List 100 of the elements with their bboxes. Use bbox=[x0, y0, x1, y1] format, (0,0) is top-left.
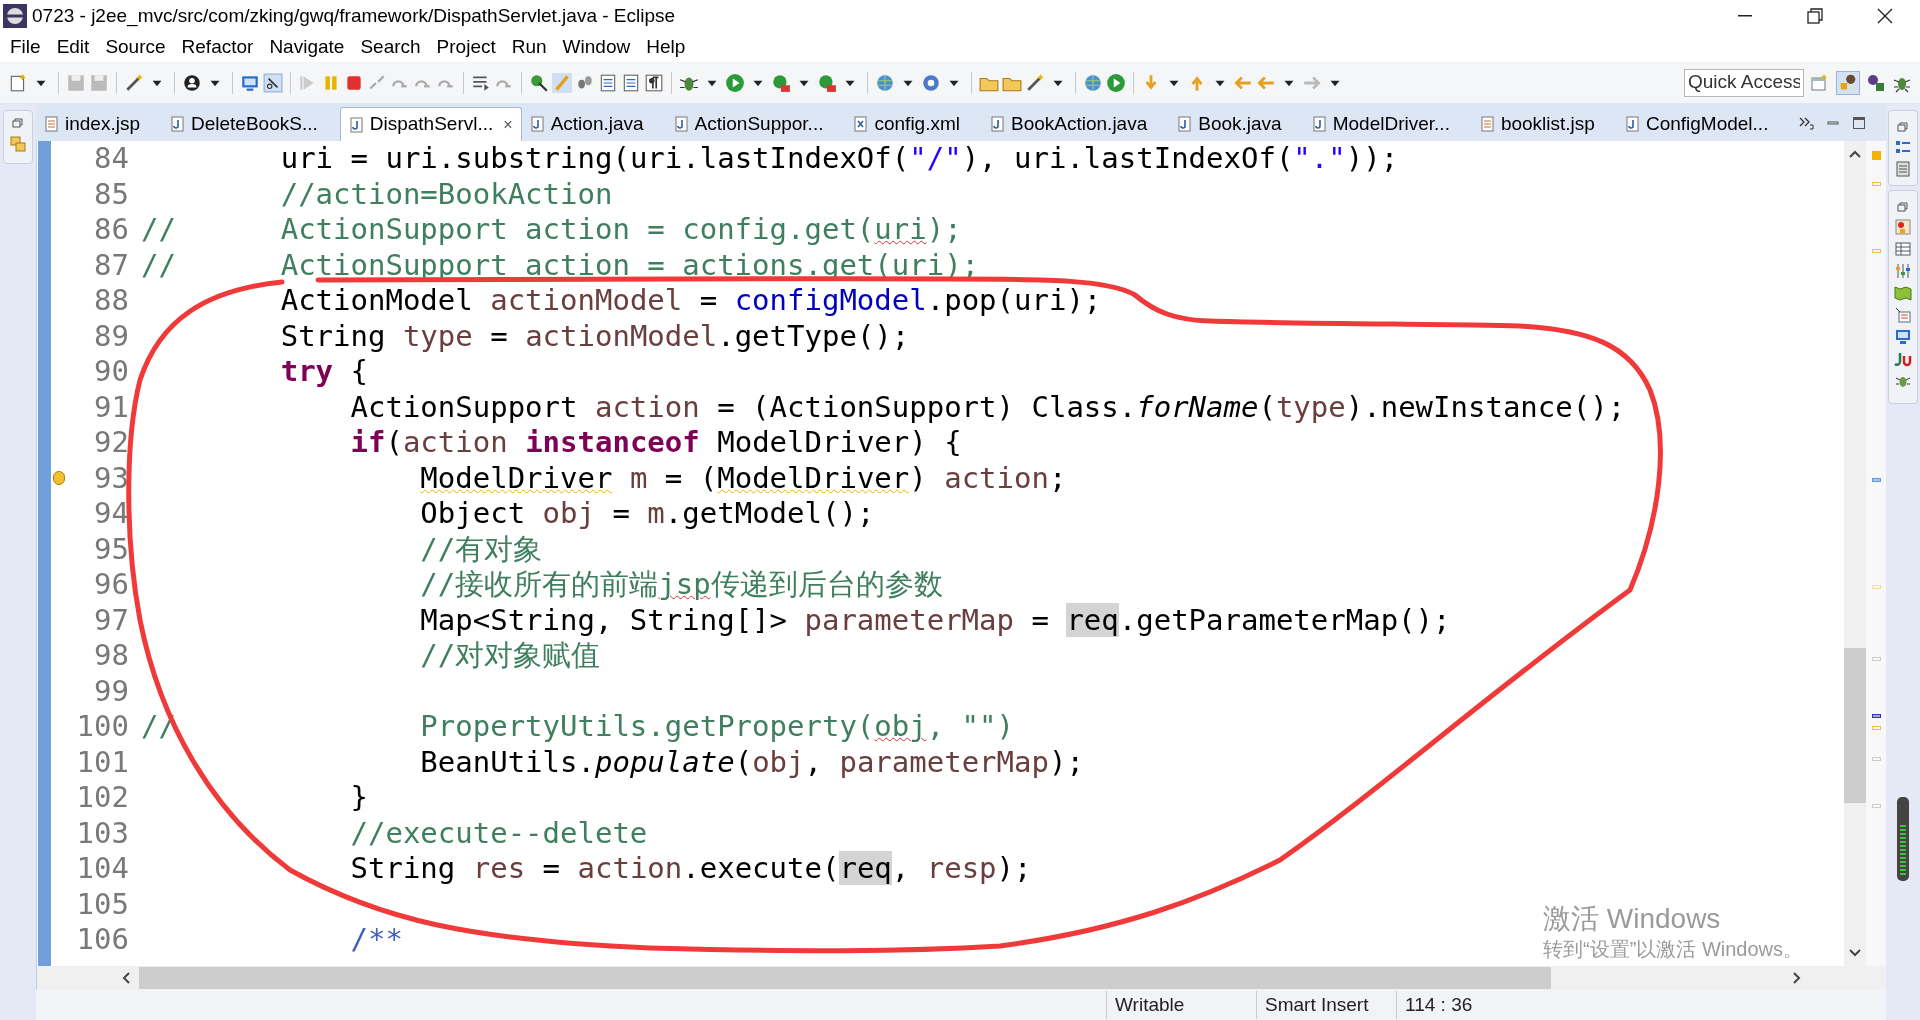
line-number: 97 bbox=[93, 602, 130, 638]
code-line: ActionSupport action = (ActionSupport) Class.forName(type).newInstance(); bbox=[349, 389, 1626, 425]
code-line: //有对象 bbox=[419, 531, 543, 567]
menu-item[interactable]: Help bbox=[638, 32, 694, 62]
line-number: 95 bbox=[93, 531, 130, 567]
code-line: //对对象赋值 bbox=[419, 638, 601, 674]
jsp-file-icon bbox=[1479, 116, 1495, 132]
junit-icon[interactable] bbox=[1894, 351, 1912, 367]
editor-tab[interactable]: Action.java bbox=[521, 107, 652, 141]
editor-tab[interactable]: index.jsp bbox=[36, 107, 148, 141]
code-line: BeanUtils.populate(obj, parameterMap); bbox=[419, 744, 1084, 780]
monitor-icon[interactable] bbox=[1895, 329, 1911, 345]
globe-icon[interactable] bbox=[1083, 72, 1103, 93]
line-number: 85 bbox=[93, 176, 130, 212]
code-line: String res = action.execute(req, resp); bbox=[349, 851, 1032, 887]
line-number: 105 bbox=[75, 886, 130, 922]
status-text: Writable bbox=[1106, 990, 1256, 1020]
menu-item[interactable]: Window bbox=[554, 32, 639, 62]
java-ee-perspective-icon[interactable] bbox=[1836, 70, 1860, 95]
code-line: ModelDriver m = (ModelDriver) action; bbox=[419, 460, 1067, 496]
eclipse-icon bbox=[2, 3, 28, 29]
status-text: Smart Insert bbox=[1256, 990, 1396, 1020]
code-line: ActionModel actionModel = configModel.pop(uri); bbox=[279, 283, 1102, 319]
scroll-up-icon[interactable] bbox=[1848, 149, 1862, 159]
scroll-right-icon[interactable] bbox=[1792, 971, 1802, 985]
code-line: //action=BookAction bbox=[279, 176, 613, 212]
editor-tab[interactable]: Book.java bbox=[1169, 107, 1290, 141]
scroll-thumb[interactable] bbox=[139, 967, 1551, 989]
editor-tab[interactable]: config.xml bbox=[845, 107, 968, 141]
code-line: /** bbox=[349, 922, 403, 958]
line-number: 98 bbox=[93, 638, 130, 674]
menu-item[interactable]: Run bbox=[503, 32, 555, 62]
code-line: //接收所有的前端jsp传递到后台的参数 bbox=[419, 567, 943, 603]
code-line: try { bbox=[279, 354, 368, 390]
code-line: if(action instanceof ModelDriver) { bbox=[349, 425, 962, 461]
run-icon[interactable] bbox=[1106, 72, 1126, 93]
wand-icon[interactable] bbox=[124, 72, 144, 93]
line-number: 104 bbox=[75, 851, 130, 887]
line-number: 90 bbox=[93, 354, 130, 390]
editor-tab[interactable]: ActionSuppor... bbox=[665, 107, 832, 141]
code-line: String type = actionModel.getType(); bbox=[279, 318, 910, 354]
person-icon[interactable] bbox=[182, 72, 202, 93]
editor-tab[interactable]: ModelDriver... bbox=[1303, 107, 1458, 141]
new-file-icon[interactable] bbox=[8, 72, 28, 93]
package-explorer-icon[interactable] bbox=[9, 135, 27, 153]
editor-tab[interactable]: DeleteBookS... bbox=[162, 107, 326, 141]
java-file-icon bbox=[170, 116, 185, 132]
scroll-down-icon[interactable] bbox=[1848, 948, 1862, 958]
line-number: 96 bbox=[93, 567, 130, 603]
java-file-icon bbox=[1311, 116, 1327, 132]
table-icon[interactable] bbox=[1895, 241, 1911, 257]
line-number: 100 bbox=[75, 709, 130, 745]
editor-tab[interactable]: DispathServl... × bbox=[339, 107, 522, 141]
outline-icon[interactable] bbox=[1895, 139, 1911, 155]
line-number: 87 bbox=[93, 247, 130, 283]
editor-tab[interactable]: ConfigModel... bbox=[1616, 107, 1777, 141]
map-icon[interactable] bbox=[1894, 285, 1912, 301]
menu-item[interactable]: File bbox=[2, 32, 49, 62]
wand-icon[interactable] bbox=[1025, 72, 1045, 93]
line-number: 99 bbox=[93, 673, 130, 709]
maximize-icon[interactable] bbox=[1852, 115, 1866, 130]
line-number: 91 bbox=[93, 389, 130, 425]
editor-tab[interactable]: BookAction.java bbox=[982, 107, 1156, 141]
line-number: 92 bbox=[93, 425, 130, 461]
jsp-file-icon bbox=[44, 116, 59, 132]
xml-file-icon bbox=[853, 116, 869, 132]
code-line: uri = uri.substring(uri.lastIndexOf("/"), uri.lastIndexOf(".")); bbox=[279, 141, 1399, 177]
menu-item[interactable]: Edit bbox=[48, 32, 98, 62]
activation-message: 转到“设置”以激活 Windows。 bbox=[1543, 937, 1803, 962]
code-line: Map<String, String[]> parameterMap = req.getParameterMap(); bbox=[419, 602, 1451, 638]
run-external-icon[interactable] bbox=[817, 72, 837, 93]
restore-icon[interactable] bbox=[1897, 121, 1909, 133]
document-icon[interactable] bbox=[598, 72, 618, 93]
status-text: 114 : 36 bbox=[1396, 990, 1536, 1020]
scroll-thumb[interactable] bbox=[1844, 648, 1866, 803]
restore-icon[interactable] bbox=[1897, 201, 1909, 213]
line-number: 89 bbox=[93, 318, 130, 354]
close-tab-button[interactable]: × bbox=[503, 112, 513, 137]
menu-item[interactable]: Project bbox=[428, 32, 504, 62]
scroll-left-icon[interactable] bbox=[121, 971, 131, 985]
debug-perspective-icon[interactable] bbox=[1866, 72, 1886, 93]
vertical-scrollbar[interactable] bbox=[1844, 141, 1866, 966]
restore-icon bbox=[1807, 8, 1823, 24]
menu-item[interactable]: Refactor bbox=[173, 32, 262, 62]
paragraph-icon[interactable] bbox=[644, 72, 664, 93]
sliders-icon[interactable] bbox=[1895, 263, 1911, 279]
menu-item[interactable]: Source bbox=[97, 32, 174, 62]
editor-tab[interactable]: booklist.jsp bbox=[1471, 107, 1603, 141]
java-file-icon bbox=[529, 116, 545, 132]
heap-meter-icon bbox=[1896, 796, 1910, 882]
run-external-icon[interactable] bbox=[771, 72, 791, 93]
close-icon bbox=[1877, 8, 1893, 24]
menu-item[interactable]: Search bbox=[352, 32, 429, 62]
restore-icon[interactable] bbox=[12, 117, 24, 129]
run-icon[interactable] bbox=[725, 72, 745, 93]
document-icon[interactable] bbox=[621, 72, 641, 93]
markers-icon[interactable] bbox=[1895, 219, 1911, 235]
java-file-icon bbox=[990, 116, 1005, 132]
menu-item[interactable]: Navigate bbox=[261, 32, 353, 62]
more-tabs-icon[interactable] bbox=[1798, 115, 1814, 130]
